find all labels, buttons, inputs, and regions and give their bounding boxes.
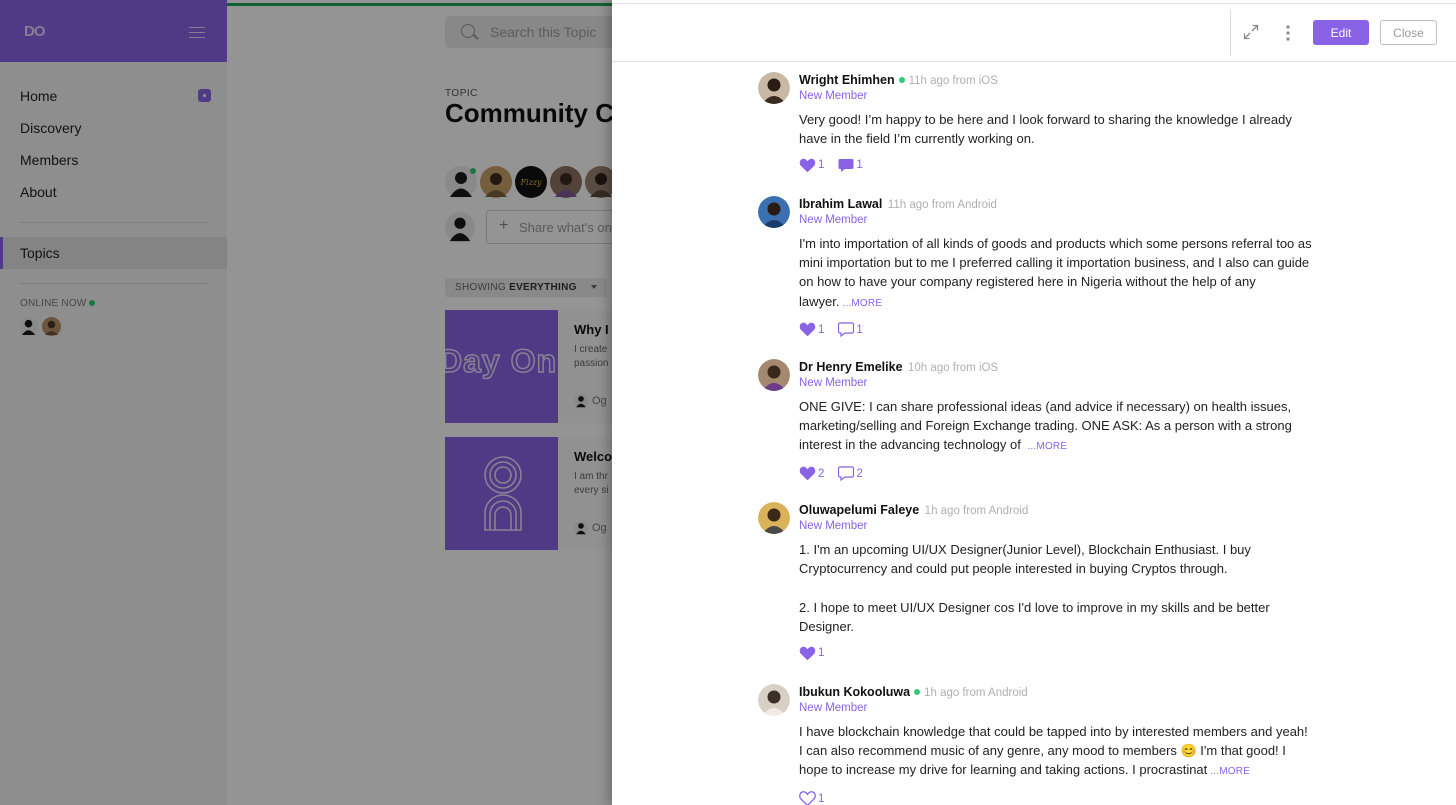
comments-panel: Edit Close Wright Ehimhen 11h ago from iO… (612, 0, 1456, 805)
comment-body: Wright Ehimhen 11h ago from iOS New Member… (799, 72, 1314, 173)
comment-meta: 1h ago from Android (924, 505, 1029, 517)
online-status-icon (914, 689, 921, 695)
reply-button[interactable]: 2 (838, 466, 863, 482)
modal-backdrop[interactable] (0, 0, 612, 805)
avatar[interactable] (758, 196, 790, 228)
comment-actions: 1 (799, 645, 1314, 661)
comment-text: I have blockchain knowledge that could b… (799, 722, 1314, 782)
like-count: 2 (818, 467, 825, 480)
comment-text-content: Very good! I’m happy to be here and I lo… (799, 112, 1292, 147)
like-button[interactable]: 2 (799, 466, 824, 481)
comment-bubble-icon (838, 466, 855, 482)
member-role: New Member (799, 702, 868, 714)
comment-author[interactable]: Ibukun Kokooluwa (799, 685, 910, 699)
comment-actions: 22 (799, 466, 1314, 482)
heart-icon (799, 646, 816, 661)
comment-bubble-icon (838, 158, 854, 173)
like-count: 1 (818, 323, 825, 336)
member-role: New Member (799, 377, 868, 389)
comment-author[interactable]: Oluwapelumi Faleye (799, 503, 919, 517)
comment-header: Ibukun Kokooluwa 1h ago from Android (799, 684, 1314, 701)
like-button[interactable]: 1 (799, 322, 824, 337)
comment-header: Oluwapelumi Faleye 1h ago from Android (799, 502, 1314, 519)
comment-header: Dr Henry Emelike 10h ago from iOS (799, 359, 1314, 376)
like-button[interactable]: 1 (799, 158, 824, 173)
comment-author[interactable]: Wright Ehimhen (799, 73, 895, 87)
read-more-link[interactable]: ...MORE (842, 298, 882, 309)
divider (1230, 10, 1231, 56)
comment-text: ONE GIVE: I can share professional ideas… (799, 397, 1314, 457)
comment-meta: 11h ago from iOS (908, 75, 998, 87)
comment-body: Dr Henry Emelike 10h ago from iOS New Mem… (799, 359, 1314, 482)
comment-author[interactable]: Dr Henry Emelike (799, 360, 903, 374)
reply-button[interactable]: 1 (838, 322, 863, 338)
comment-body: Ibrahim Lawal 11h ago from Android New Me… (799, 196, 1314, 338)
heart-icon (799, 791, 816, 805)
comment-body: Ibukun Kokooluwa 1h ago from Android New M… (799, 684, 1314, 805)
more-options-icon[interactable] (1282, 24, 1294, 42)
heart-icon (799, 466, 816, 481)
like-count: 1 (818, 792, 825, 805)
avatar[interactable] (758, 502, 790, 534)
comment-actions: 11 (799, 322, 1314, 338)
reply-count: 1 (856, 159, 863, 172)
member-role: New Member (799, 214, 868, 226)
read-more-link[interactable]: ...MORE (1027, 441, 1067, 452)
avatar[interactable] (758, 359, 790, 391)
comment-header: Wright Ehimhen 11h ago from iOS (799, 72, 1314, 89)
comment-bubble-icon (838, 322, 855, 338)
comment-text-content: 1. I'm an upcoming UI/UX Designer(Junior… (799, 542, 1270, 634)
avatar[interactable] (758, 72, 790, 104)
like-button[interactable]: 1 (799, 646, 824, 661)
comment-text: 1. I'm an upcoming UI/UX Designer(Junior… (799, 540, 1314, 636)
read-more-link[interactable]: ...MORE (1210, 766, 1250, 777)
edit-button[interactable]: Edit (1313, 20, 1369, 45)
avatar[interactable] (758, 684, 790, 716)
like-button[interactable]: 1 (799, 791, 824, 805)
member-role: New Member (799, 90, 868, 102)
expand-icon[interactable] (1243, 24, 1259, 40)
reply-button[interactable]: 1 (838, 158, 863, 173)
comment-text: Very good! I’m happy to be here and I lo… (799, 110, 1314, 148)
member-role: New Member (799, 520, 868, 532)
close-button[interactable]: Close (1380, 20, 1437, 45)
like-count: 1 (818, 647, 825, 660)
reply-count: 1 (856, 323, 863, 336)
comment-text: I'm into importation of all kinds of goo… (799, 234, 1314, 313)
comment-actions: 1 (799, 791, 1314, 805)
comment-actions: 11 (799, 157, 1314, 173)
comment-meta: 1h ago from Android (924, 687, 1028, 699)
online-status-icon (898, 77, 905, 83)
comment-body: Oluwapelumi Faleye 1h ago from Android Ne… (799, 502, 1314, 661)
comment-header: Ibrahim Lawal 11h ago from Android (799, 196, 1314, 213)
comment-author[interactable]: Ibrahim Lawal (799, 197, 882, 211)
comment-meta: 10h ago from iOS (908, 362, 999, 374)
heart-icon (799, 322, 816, 337)
panel-header: Edit Close (612, 4, 1456, 62)
reply-count: 2 (856, 467, 863, 480)
like-count: 1 (818, 159, 825, 172)
heart-icon (799, 158, 816, 173)
comment-meta: 11h ago from Android (887, 199, 997, 211)
